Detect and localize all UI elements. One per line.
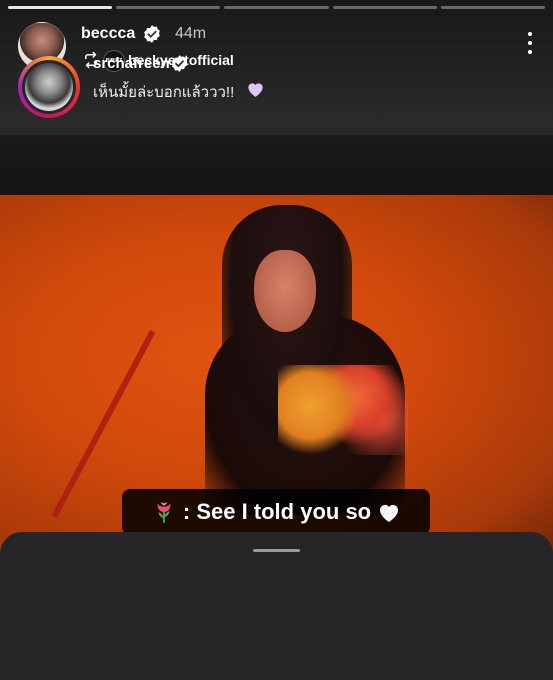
more-icon[interactable]	[527, 32, 533, 56]
story-caption: : See I told you so	[122, 489, 430, 535]
verified-icon	[144, 25, 160, 43]
reply-username[interactable]: srchafreen	[93, 55, 170, 72]
progress-segment	[8, 6, 113, 9]
story-username[interactable]: beccca	[81, 25, 135, 43]
person-face	[254, 250, 316, 332]
reply-avatar[interactable]	[25, 63, 73, 111]
white-heart-icon	[380, 505, 399, 522]
progress-segment	[116, 6, 221, 9]
reply-message: เห็นมั้ยล่ะบอกแล้ววว!!	[93, 84, 235, 101]
story-progress	[8, 6, 546, 9]
reply-sheet	[0, 532, 553, 680]
story-time: 44m	[175, 25, 207, 42]
caption-text: : See I told you so	[182, 499, 372, 524]
progress-segment	[332, 6, 437, 9]
flower-bouquet	[278, 365, 408, 455]
progress-segment	[440, 6, 546, 9]
progress-segment	[224, 6, 329, 9]
verified-icon	[172, 55, 187, 72]
purple-heart-icon	[248, 83, 263, 97]
sheet-handle[interactable]	[253, 549, 300, 552]
tulip-icon	[157, 502, 171, 523]
